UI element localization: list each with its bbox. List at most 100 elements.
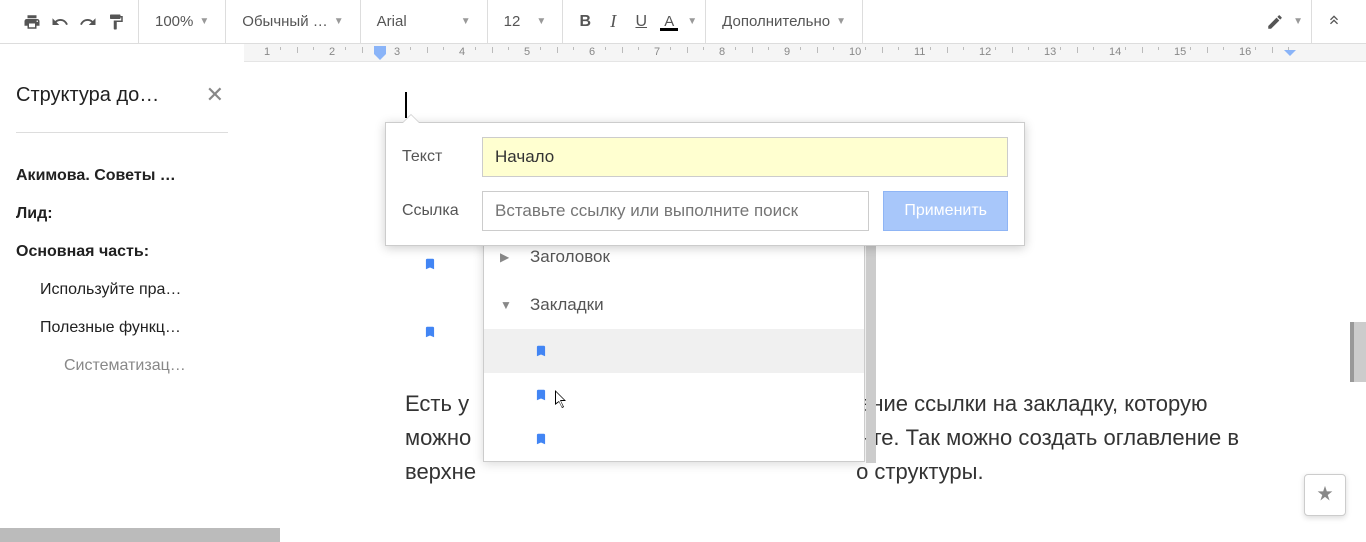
ruler-tick bbox=[800, 47, 801, 50]
ruler-tick bbox=[475, 47, 476, 50]
ruler-label: 8 bbox=[719, 46, 725, 58]
ruler-tick bbox=[947, 47, 948, 53]
ruler-tick bbox=[963, 47, 964, 50]
ruler-tick bbox=[1255, 47, 1256, 50]
outline-item[interactable]: Основная часть: bbox=[16, 233, 228, 271]
suggestion-bookmarks-section[interactable]: ▼ Закладки bbox=[484, 281, 864, 329]
font-dropdown[interactable]: Arial ▼ bbox=[369, 8, 479, 36]
outline-item[interactable]: Систематизац… bbox=[16, 347, 228, 385]
caret-icon: ▼ bbox=[836, 16, 846, 27]
italic-button[interactable]: I bbox=[599, 8, 627, 36]
link-text-row: Текст bbox=[386, 123, 1024, 191]
ruler-tick bbox=[833, 47, 834, 50]
horizontal-scrollbar[interactable] bbox=[0, 528, 280, 542]
redo-button[interactable] bbox=[74, 8, 102, 36]
ruler-tick bbox=[508, 47, 509, 50]
ruler-tick bbox=[345, 47, 346, 50]
dialog-arrow bbox=[402, 114, 420, 123]
editing-mode-button[interactable] bbox=[1261, 8, 1289, 36]
right-scrollbar-indicator[interactable] bbox=[1350, 322, 1366, 382]
caret-icon: ▼ bbox=[687, 16, 697, 27]
zoom-dropdown[interactable]: 100% ▼ bbox=[147, 8, 217, 36]
ruler-tick bbox=[313, 47, 314, 50]
caret-icon: ▼ bbox=[536, 16, 546, 27]
ruler-tick bbox=[752, 47, 753, 53]
toolbar-group-right: ▼ bbox=[1253, 0, 1312, 43]
arrow-down-icon: ▼ bbox=[500, 298, 518, 312]
ruler-tick bbox=[1272, 47, 1273, 53]
ruler-tick bbox=[1093, 47, 1094, 50]
link-text-input[interactable] bbox=[482, 137, 1008, 177]
apply-button[interactable]: Применить bbox=[883, 191, 1008, 231]
ruler-tick bbox=[930, 47, 931, 50]
ruler-label: 15 bbox=[1174, 46, 1186, 58]
toolbar-group-zoom: 100% ▼ bbox=[139, 0, 226, 43]
ruler-label: 4 bbox=[459, 46, 465, 58]
link-url-row: Ссылка Применить bbox=[386, 191, 1024, 245]
toolbar-group-font: Arial ▼ bbox=[361, 0, 488, 43]
text-color-bar bbox=[660, 28, 678, 31]
toolbar-group-more: Дополнительно ▼ bbox=[706, 0, 863, 43]
print-button[interactable] bbox=[18, 8, 46, 36]
ruler-tick bbox=[703, 47, 704, 50]
outline-title: Структура до… bbox=[16, 84, 159, 107]
fontsize-dropdown[interactable]: 12 ▼ bbox=[496, 8, 555, 36]
outline-item[interactable]: Лид: bbox=[16, 195, 228, 233]
caret-icon: ▼ bbox=[461, 16, 471, 27]
bookmark-icon[interactable] bbox=[423, 322, 437, 342]
paint-format-button[interactable] bbox=[102, 8, 130, 36]
indent-marker-left[interactable] bbox=[374, 46, 386, 60]
toolbar: 100% ▼ Обычный … ▼ Arial ▼ 12 ▼ B I U A … bbox=[0, 0, 1366, 44]
ruler-tick bbox=[638, 47, 639, 50]
bookmark-suggestion-item[interactable] bbox=[484, 417, 864, 461]
ruler-tick bbox=[622, 47, 623, 53]
toolbar-group-collapse bbox=[1312, 0, 1356, 43]
ruler-label: 3 bbox=[394, 46, 400, 58]
ruler-label: 12 bbox=[979, 46, 991, 58]
bookmark-suggestion-item[interactable] bbox=[484, 373, 864, 417]
fontsize-value: 12 bbox=[504, 13, 521, 30]
ruler-tick bbox=[362, 47, 363, 53]
text-color-button[interactable]: A bbox=[655, 8, 683, 36]
ruler-tick bbox=[1060, 47, 1061, 50]
bold-button[interactable]: B bbox=[571, 8, 599, 36]
ruler-label: 2 bbox=[329, 46, 335, 58]
zoom-value: 100% bbox=[155, 13, 193, 30]
suggestion-heading-label: Заголовок bbox=[530, 247, 610, 267]
document-area[interactable]: Текст Ссылка Применить ▶ Заголовок ▼ Зак… bbox=[244, 62, 1366, 542]
bookmark-suggestion-item[interactable] bbox=[484, 329, 864, 373]
ruler-tick bbox=[1125, 47, 1126, 50]
bookmark-icon[interactable] bbox=[423, 254, 437, 274]
indent-marker-right[interactable] bbox=[1284, 50, 1296, 60]
style-dropdown[interactable]: Обычный … ▼ bbox=[234, 8, 351, 36]
undo-button[interactable] bbox=[46, 8, 74, 36]
outline-divider bbox=[16, 132, 228, 133]
underline-button[interactable]: U bbox=[627, 8, 655, 36]
outline-item[interactable]: Полезные функц… bbox=[16, 309, 228, 347]
caret-icon: ▼ bbox=[1293, 16, 1303, 27]
ruler-tick bbox=[1142, 47, 1143, 53]
caret-icon: ▼ bbox=[334, 16, 344, 27]
suggestion-scrollbar[interactable] bbox=[866, 233, 876, 463]
ruler-label: 13 bbox=[1044, 46, 1056, 58]
ruler-tick bbox=[557, 47, 558, 53]
font-value: Arial bbox=[377, 13, 407, 30]
more-dropdown[interactable]: Дополнительно ▼ bbox=[714, 8, 854, 36]
ruler-tick bbox=[1223, 47, 1224, 50]
link-url-input[interactable] bbox=[482, 191, 869, 231]
ruler-tick bbox=[492, 47, 493, 53]
outline-item[interactable]: Акимова. Советы … bbox=[16, 157, 228, 195]
arrow-right-icon: ▶ bbox=[500, 250, 518, 264]
ruler: 12345678910111213141516 bbox=[244, 44, 1366, 62]
ruler-label: 1 bbox=[264, 46, 270, 58]
collapse-toolbar-button[interactable] bbox=[1320, 8, 1348, 36]
link-text-label: Текст bbox=[402, 148, 482, 166]
ruler-tick bbox=[573, 47, 574, 50]
ruler-tick bbox=[687, 47, 688, 53]
ruler-label: 11 bbox=[914, 46, 925, 58]
close-outline-button[interactable]: ✕ bbox=[202, 82, 228, 108]
ruler-label: 6 bbox=[589, 46, 595, 58]
outline-item[interactable]: Используйте пра… bbox=[16, 271, 228, 309]
ruler-label: 14 bbox=[1109, 46, 1121, 58]
ruler-tick bbox=[735, 47, 736, 50]
